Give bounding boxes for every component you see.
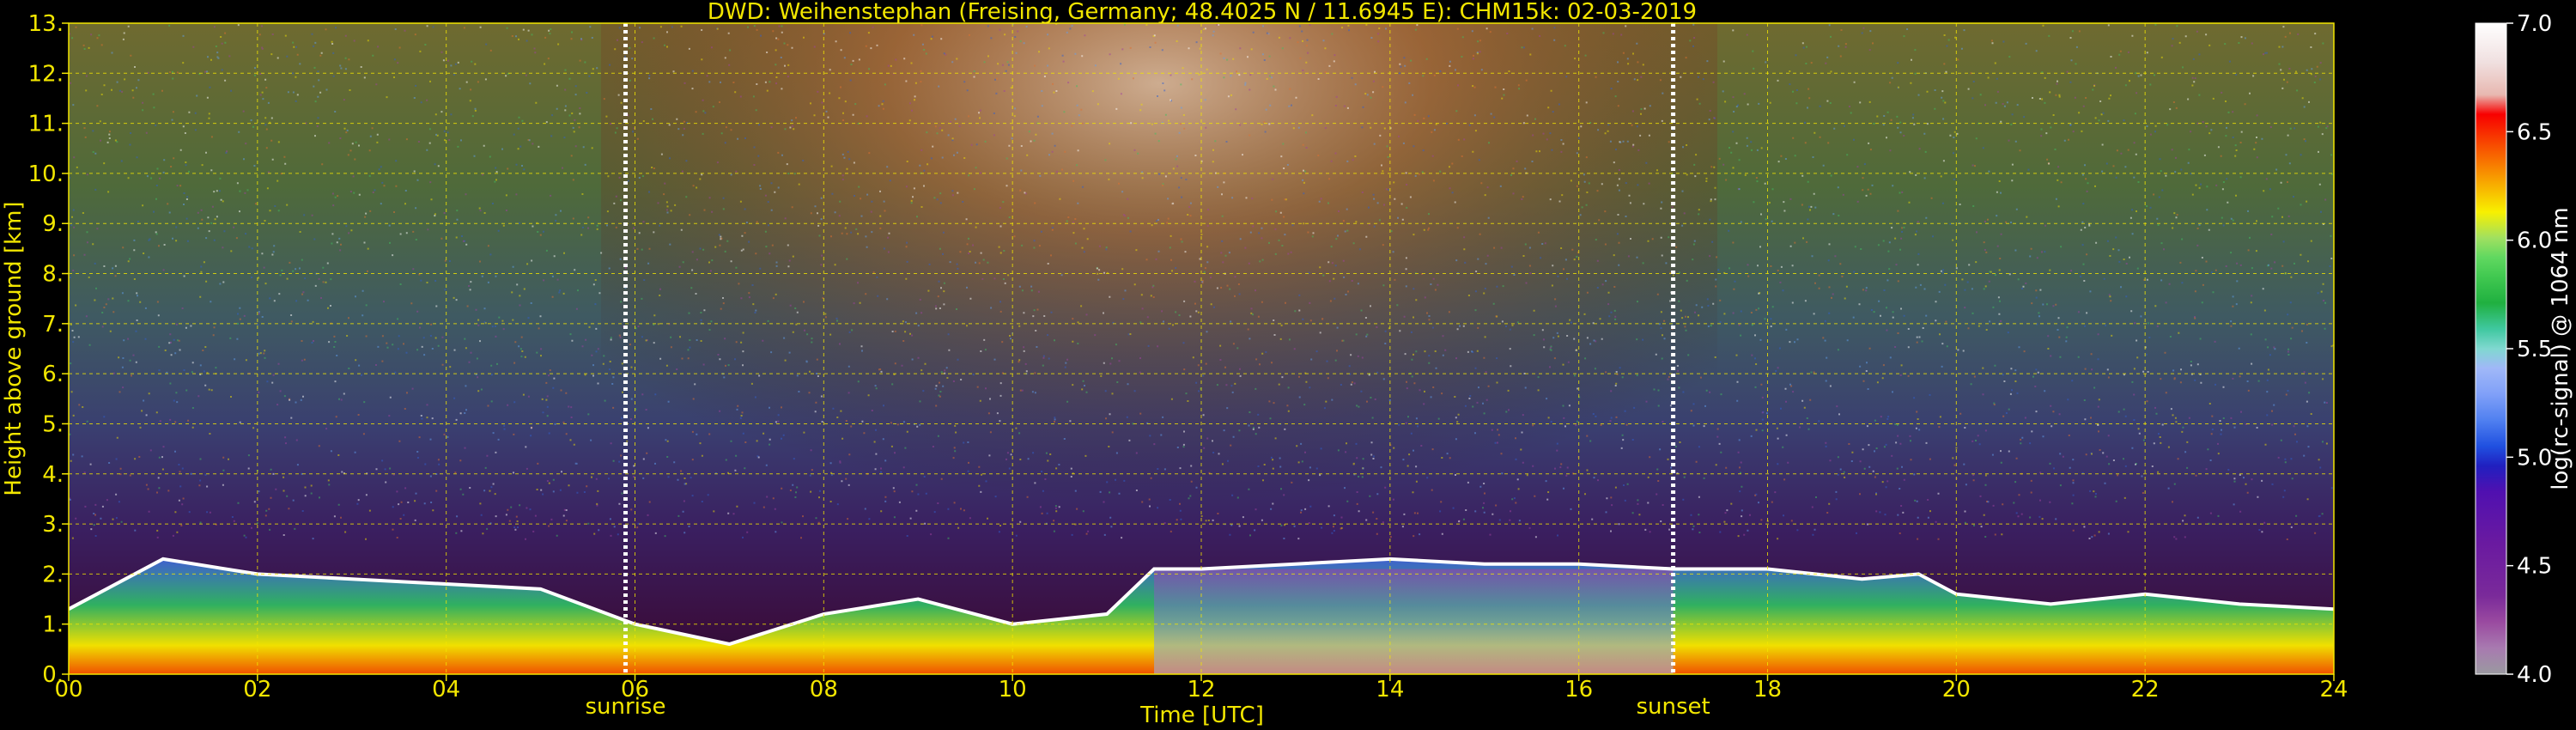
x-tick-label: 04 [432,677,460,703]
x-tick-label: 10 [999,677,1027,703]
ceilometer-chart: DWD: Weihenstephan (Freising, Germany; 4… [1,0,2573,728]
y-tick-label: 7. [42,312,64,338]
x-tick-label: 16 [1564,677,1593,703]
x-tick-label: 22 [2131,677,2160,703]
chart-title: DWD: Weihenstephan (Freising, Germany; 4… [708,0,1697,25]
y-tick-label: 6. [42,362,64,387]
plot-background [69,23,2334,674]
y-tick-label: 10. [28,161,64,187]
y-tick-label: 5. [42,411,64,437]
x-tick-label: 12 [1187,677,1215,703]
y-tick-label: 1. [42,612,64,638]
y-axis-ticks: 0. 1. 2. 3. 4. 5. 6. 7. 8. 9. 10. 11. 12. 13. [28,11,69,688]
x-tick-label: 06 [621,677,649,703]
y-tick-label: 11. [28,112,64,137]
stratus-layer [1154,569,1674,674]
colorbar-tick-label: 4.0 [2517,662,2552,688]
y-tick-label: 13. [28,11,64,37]
y-tick-label: 3. [42,512,64,538]
colorbar-tick-label: 6.5 [2517,119,2552,145]
y-tick-label: 2. [42,562,64,587]
x-tick-label: 18 [1753,677,1782,703]
colorbar-tick-label: 4.5 [2517,554,2552,580]
y-axis-label: Height above ground [km] [1,201,27,496]
x-axis-ticks: 00 02 04 06 08 10 12 14 16 18 20 22 24 [54,674,2348,703]
y-tick-label: 8. [42,262,64,288]
colorbar [2475,22,2507,675]
colorbar-ticks: 4.04.55.05.56.06.57.0 [2506,11,2552,688]
marker-label-sunset: sunset [1636,694,1710,720]
x-tick-label: 08 [810,677,838,703]
y-tick-label: 12. [28,61,64,87]
x-tick-label: 14 [1376,677,1404,703]
x-tick-label: 24 [2319,677,2348,703]
y-tick-label: 4. [42,462,64,488]
colorbar-tick-label: 7.0 [2517,11,2552,37]
y-tick-label: 9. [42,211,64,237]
x-tick-label: 20 [1942,677,1971,703]
y-tick-label: 0. [42,662,64,688]
x-axis-label: Time [UTC] [1139,703,1264,728]
x-tick-label: 02 [243,677,271,703]
colorbar-label: log(rc-signal) @ 1064 nm [2548,207,2573,490]
